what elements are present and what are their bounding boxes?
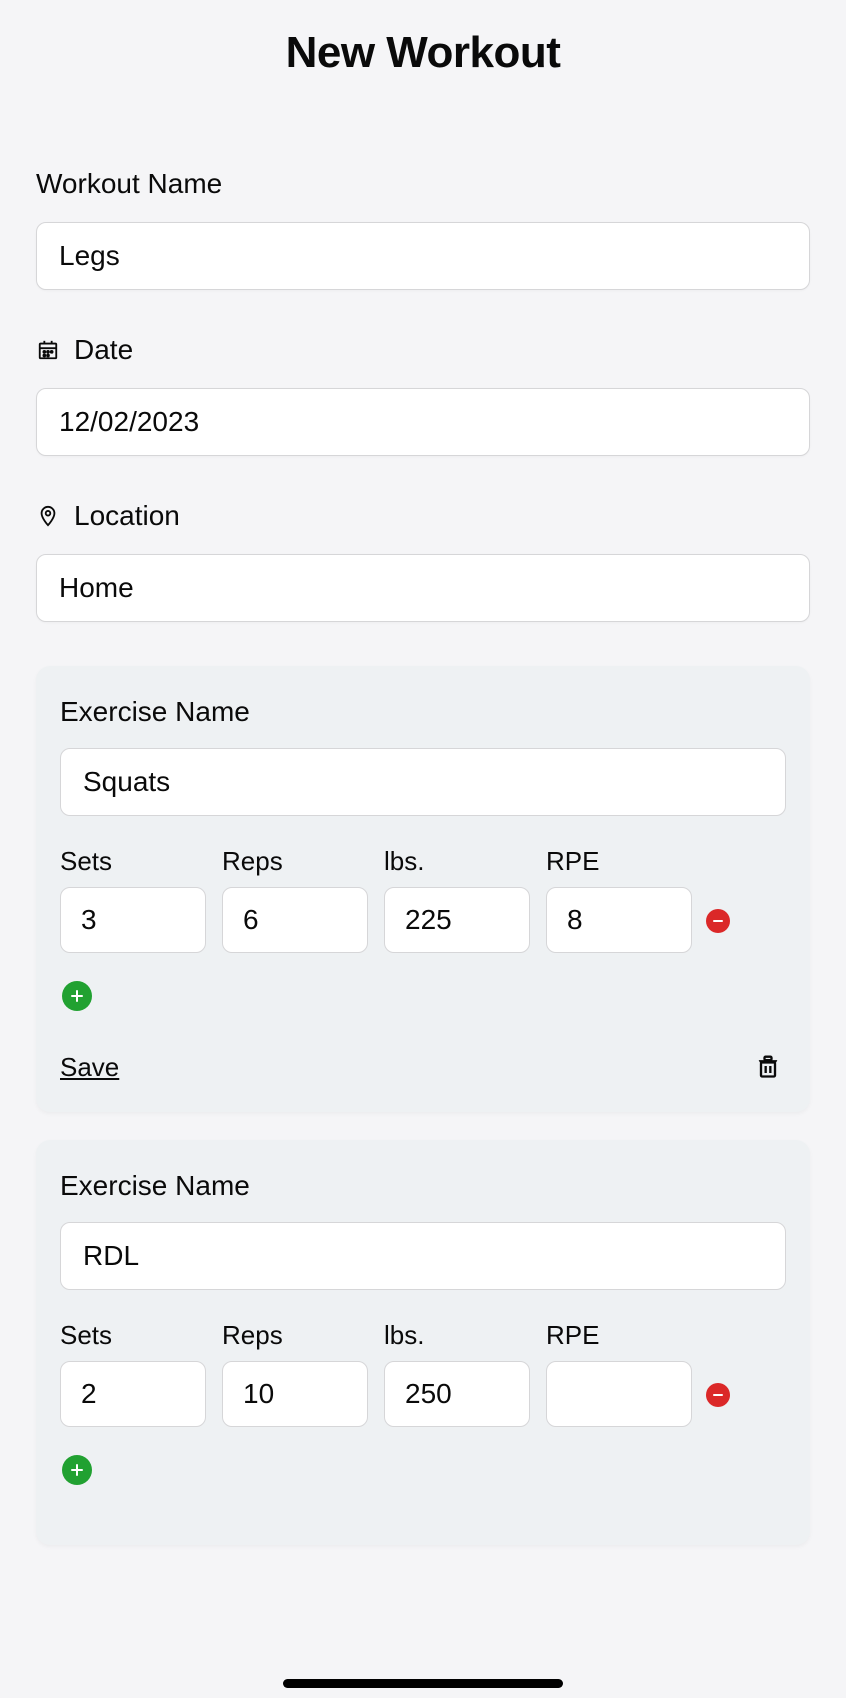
reps-input[interactable] [222,887,368,953]
reps-label: Reps [222,846,368,877]
remove-set-button[interactable] [706,1383,730,1407]
sets-input[interactable] [60,887,206,953]
lbs-label: lbs. [384,1320,530,1351]
reps-label: Reps [222,1320,368,1351]
sets-label: Sets [60,846,206,877]
exercise-name-input[interactable] [60,748,786,816]
save-button[interactable]: Save [60,1052,119,1083]
lbs-input[interactable] [384,887,530,953]
calendar-icon [36,338,60,362]
location-group: Location [36,500,810,622]
add-set-button[interactable] [62,981,92,1011]
home-indicator[interactable] [283,1679,563,1688]
rpe-label: RPE [546,1320,692,1351]
set-row: Sets Reps lbs. RPE [60,1320,786,1427]
location-input[interactable] [36,554,810,622]
workout-name-group: Workout Name [36,168,810,290]
lbs-input[interactable] [384,1361,530,1427]
delete-exercise-button[interactable] [750,1047,786,1088]
workout-name-label: Workout Name [36,168,222,200]
workout-name-input[interactable] [36,222,810,290]
trash-icon [754,1069,782,1084]
lbs-label: lbs. [384,846,530,877]
page-title: New Workout [36,28,810,78]
reps-input[interactable] [222,1361,368,1427]
rpe-label: RPE [546,846,692,877]
exercise-name-label: Exercise Name [60,696,786,728]
location-pin-icon [36,504,60,528]
exercise-card: Exercise Name Sets Reps lbs. RPE [36,666,810,1112]
rpe-input[interactable] [546,887,692,953]
set-row: Sets Reps lbs. RPE [60,846,786,953]
add-set-button[interactable] [62,1455,92,1485]
date-input[interactable] [36,388,810,456]
exercise-card: Exercise Name Sets Reps lbs. RPE [36,1140,810,1545]
sets-label: Sets [60,1320,206,1351]
date-label: Date [74,334,133,366]
exercise-name-label: Exercise Name [60,1170,786,1202]
sets-input[interactable] [60,1361,206,1427]
location-label: Location [74,500,180,532]
rpe-input[interactable] [546,1361,692,1427]
remove-set-button[interactable] [706,909,730,933]
exercise-name-input[interactable] [60,1222,786,1290]
date-group: Date [36,334,810,456]
